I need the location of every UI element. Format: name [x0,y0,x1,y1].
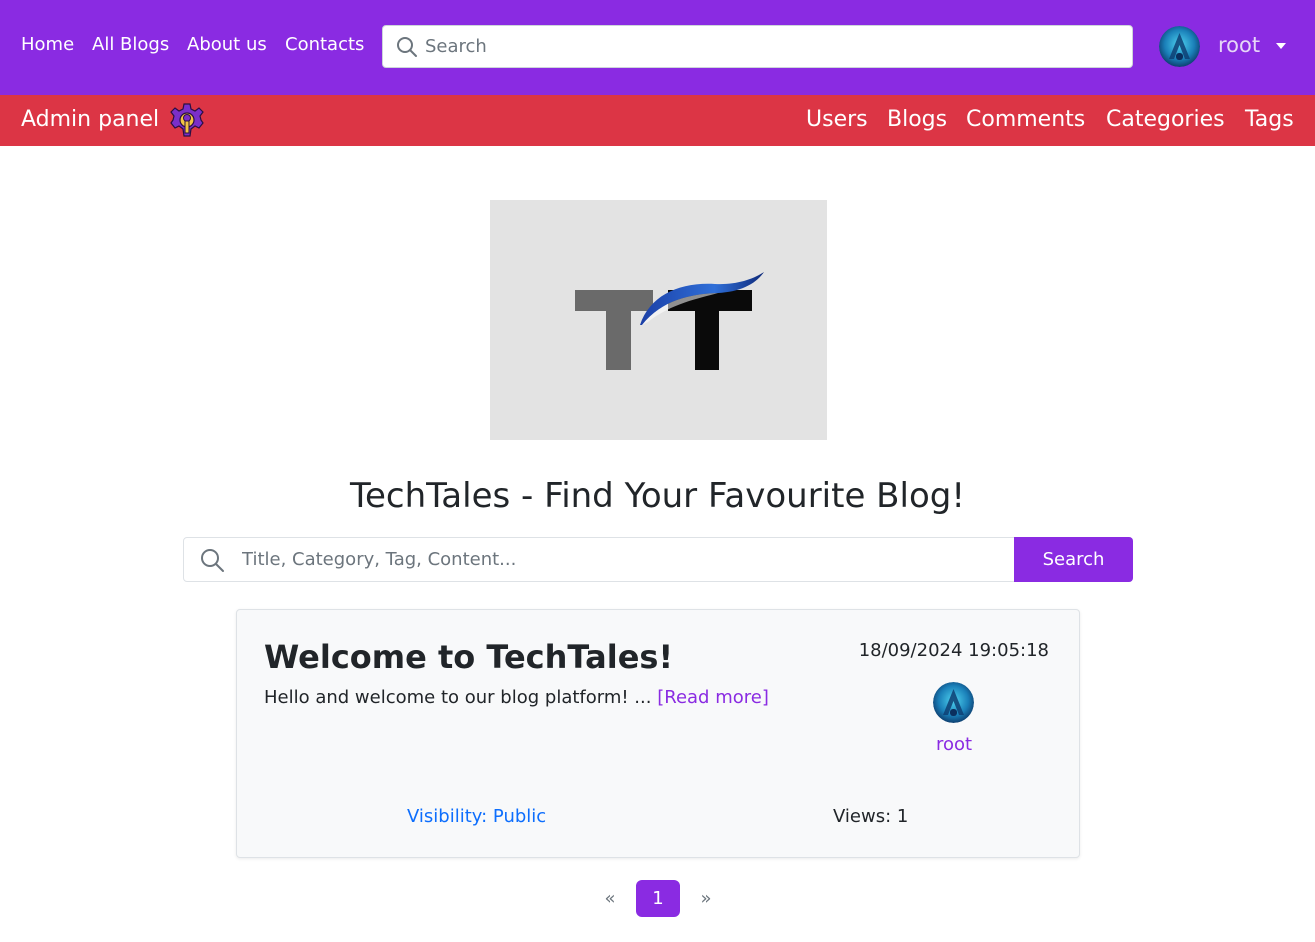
techtales-logo-icon [575,272,764,370]
admin-bar: Admin panel Users Blogs Comments Categor… [0,95,1315,146]
post-title[interactable]: Welcome to TechTales! [264,638,673,676]
post-excerpt-text: Hello and welcome to our blog platform! … [264,687,652,708]
nav-contacts-link[interactable]: Contacts [285,34,364,55]
gear-wrench-icon [170,103,204,137]
caret-down-icon [1276,43,1286,49]
admin-panel-title[interactable]: Admin panel [21,107,159,132]
user-avatar-icon [1159,26,1200,67]
blog-post-card: Welcome to TechTales! Hello and welcome … [236,609,1080,858]
pagination-next[interactable]: » [692,880,720,917]
author-avatar-icon [933,682,974,723]
post-views: Views: 1 [833,806,909,827]
page-title: TechTales - Find Your Favourite Blog! [350,476,965,516]
post-author-link[interactable]: root [877,734,1031,755]
search-icon [201,549,224,572]
post-date: 18/09/2024 19:05:18 [858,640,1049,661]
blog-search-input[interactable] [242,538,1012,581]
nav-home-link[interactable]: Home [21,34,74,55]
post-visibility: Visibility: Public [407,806,547,827]
admin-tags-link[interactable]: Tags [1245,107,1294,132]
blog-search-form: Search [183,537,1133,582]
nav-all-blogs-link[interactable]: All Blogs [92,34,169,55]
avatar[interactable] [933,682,974,723]
nav-about-us-link[interactable]: About us [187,34,267,55]
post-excerpt: Hello and welcome to our blog platform! … [264,687,769,708]
pagination-prev[interactable]: « [596,880,624,917]
admin-users-link[interactable]: Users [806,107,868,132]
admin-blogs-link[interactable]: Blogs [887,107,947,132]
search-button[interactable]: Search [1014,537,1133,582]
admin-categories-link[interactable]: Categories [1106,107,1225,132]
nav-search-input[interactable] [425,26,1125,67]
username-label: root [1218,33,1261,57]
top-navbar: Home All Blogs About us Contacts Search … [0,0,1315,95]
search-icon [397,37,417,57]
avatar [1159,26,1200,67]
admin-comments-link[interactable]: Comments [966,107,1085,132]
user-menu-dropdown[interactable]: root [1159,25,1299,67]
nav-search-box [382,25,1133,68]
read-more-link[interactable]: [Read more] [657,687,769,708]
site-logo [490,200,827,440]
pagination-page-1[interactable]: 1 [636,880,680,917]
